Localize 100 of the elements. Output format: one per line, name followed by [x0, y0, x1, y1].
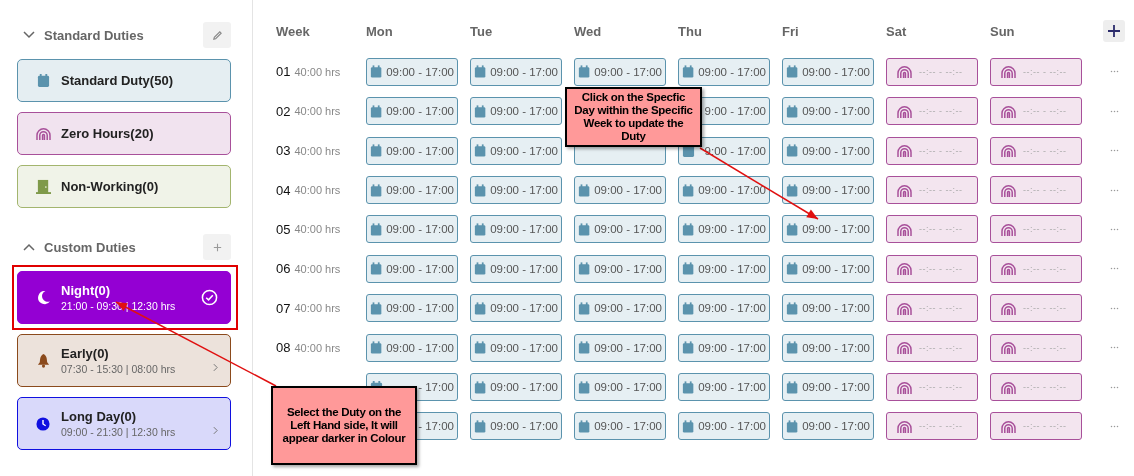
shift-time: --:-- - --:-- [919, 224, 963, 235]
shift-time: - 17:00 [418, 381, 454, 393]
shift-time: 09:00 - 17:00 [698, 262, 766, 275]
duty-name: Early(0) [61, 346, 110, 361]
shift-time: --:-- - --:-- [1023, 342, 1067, 353]
week-hours: 40:00 hrs [294, 105, 341, 118]
shift-time: --:-- - --:-- [919, 185, 963, 196]
week-number: 01 [276, 64, 291, 80]
shift-time: 09:00 - 17:00 [490, 223, 558, 236]
shift-time: 09:00 - 17:00 [386, 184, 454, 197]
shift-time: --:-- - --:-- [919, 145, 963, 156]
duty-name: Night(0) [61, 283, 112, 298]
shift-time: --:-- - --:-- [919, 106, 963, 117]
week-hours: 40:00 hrs [294, 223, 341, 236]
callout-tooltip: Click on the Specfic Day within the Specific Week to update the Duty [565, 87, 702, 147]
shift-time: 09:00 - 17:00 [490, 184, 558, 197]
shift-time: --:-- - --:-- [919, 66, 963, 77]
shift-time: 09:00 - 17:00 [490, 105, 558, 118]
shift-time: --:-- - --:-- [1023, 421, 1067, 432]
shift-time: 09:00 - 17:00 [698, 223, 766, 236]
shift-time: --:-- - --:-- [1023, 382, 1067, 392]
shift-time: 09:00 - 17:00 [594, 302, 662, 315]
shift-time: 09:00 - 17:00 [802, 381, 870, 393]
shift-time: 09:00 - 17:00 [386, 341, 454, 354]
shift-time: 09:00 - 17:00 [698, 341, 766, 354]
shift-time: 09:00 - 17:00 [802, 105, 870, 118]
shift-time: 09:00 - 17:00 [698, 65, 766, 78]
duty-time: 09:00 - 21:30 | 12:30 hrs [61, 426, 177, 438]
week-number: 08 [276, 340, 291, 356]
column-header: Wed [574, 23, 603, 41]
shift-time: 09:00 - 17:00 [698, 184, 766, 197]
shift-time: --:-- - --:-- [919, 421, 963, 432]
shift-time: 09:00 - 17:00 [386, 105, 454, 118]
shift-time: 09:00 - 17:00 [386, 144, 454, 157]
shift-time: 09:00 - 17:00 [386, 262, 454, 275]
shift-time: 09:00 - 17:00 [490, 65, 558, 78]
column-header: Fri [782, 23, 800, 41]
shift-time: 09:00 - 17:00 [594, 381, 662, 393]
duty-name: Zero Hours(20) [61, 126, 155, 141]
week-hours: 40:00 hrs [294, 262, 341, 275]
shift-time: --:-- - --:-- [1023, 224, 1067, 235]
shift-time: --:-- - --:-- [1023, 263, 1067, 274]
duty-time: 07:30 - 15:30 | 08:00 hrs [61, 363, 177, 375]
column-header: Tue [470, 23, 494, 41]
shift-time: 09:00 - 17:00 [594, 420, 662, 433]
column-header: Week [276, 23, 311, 41]
week-number: 03 [276, 143, 291, 159]
shift-time: 09:00 - 17:00 [594, 223, 662, 236]
shift-time: --:-- - --:-- [1023, 66, 1067, 77]
week-hours: 40:00 hrs [294, 144, 341, 157]
shift-time: 09:00 - 17:00 [594, 262, 662, 275]
week-number: 02 [276, 103, 291, 119]
shift-time: 09:00 - 17:00 [802, 65, 870, 78]
shift-time: 09:00 - 17:00 [490, 420, 558, 433]
shift-time: 09:00 - 17:00 [594, 65, 662, 78]
shift-time: 09:00 - 17:00 [802, 341, 870, 354]
shift-time: 09:00 - 17:00 [386, 223, 454, 236]
week-hours: 40:00 hrs [294, 65, 341, 78]
shift-time: 09:00 - 17:00 [386, 302, 454, 315]
shift-time: --:-- - --:-- [919, 342, 963, 353]
shift-time: 09:00 - 17:00 [490, 262, 558, 275]
shift-time: 09:00 - 17:00 [802, 184, 870, 197]
column-header: Mon [366, 23, 394, 41]
shift-time: 09:00 - 17:00 [802, 262, 870, 275]
shift-time: 09:00 - 17:00 [802, 302, 870, 315]
section-title: Custom Duties [44, 239, 137, 255]
shift-time: --:-- - --:-- [1023, 185, 1067, 196]
shift-time: --:-- - --:-- [1023, 145, 1067, 156]
shift-time: --:-- - --:-- [919, 263, 963, 274]
shift-time: 09:00 - 17:00 [594, 341, 662, 354]
shift-time: 09:00 - 17:00 [802, 223, 870, 236]
column-header: Sun [990, 23, 1016, 41]
week-number: 07 [276, 300, 291, 316]
column-header: Sat [886, 23, 908, 41]
duty-name: Non-Working(0) [61, 179, 160, 194]
shift-time: 09:00 - 17:00 [490, 302, 558, 315]
column-header: Thu [678, 23, 703, 41]
duty-name: Long Day(0) [61, 409, 138, 424]
week-hours: 40:00 hrs [294, 184, 341, 197]
duty-name: Standard Duty(50) [61, 73, 174, 88]
shift-time: - 17:00 [418, 420, 454, 433]
section-title: Standard Duties [44, 27, 145, 43]
callout-tooltip: Select the Duty on the Left Hand side, It will appear darker in Colour [271, 386, 417, 465]
shift-time: --:-- - --:-- [1023, 106, 1067, 117]
week-number: 06 [276, 261, 291, 277]
shift-time: 09:00 - 17:00 [490, 144, 558, 157]
shift-time: 9:00 - 17:00 [704, 105, 766, 118]
shift-time: 09:00 - 17:00 [802, 420, 870, 433]
shift-time: --:-- - --:-- [919, 303, 963, 314]
week-hours: 40:00 hrs [294, 341, 341, 354]
shift-time: 09:00 - 17:00 [594, 184, 662, 197]
shift-time: 09:00 - 17:00 [698, 420, 766, 433]
week-hours: 40:00 hrs [294, 302, 341, 315]
shift-time: 09:00 - 17:00 [490, 381, 558, 393]
shift-time: 09:00 - 17:00 [490, 341, 558, 354]
week-number: 05 [276, 221, 291, 237]
shift-time: 9:00 - 17:00 [704, 144, 766, 157]
shift-time: 09:00 - 17:00 [802, 144, 870, 157]
week-number: 04 [276, 182, 291, 198]
shift-time: 09:00 - 17:00 [698, 381, 766, 393]
